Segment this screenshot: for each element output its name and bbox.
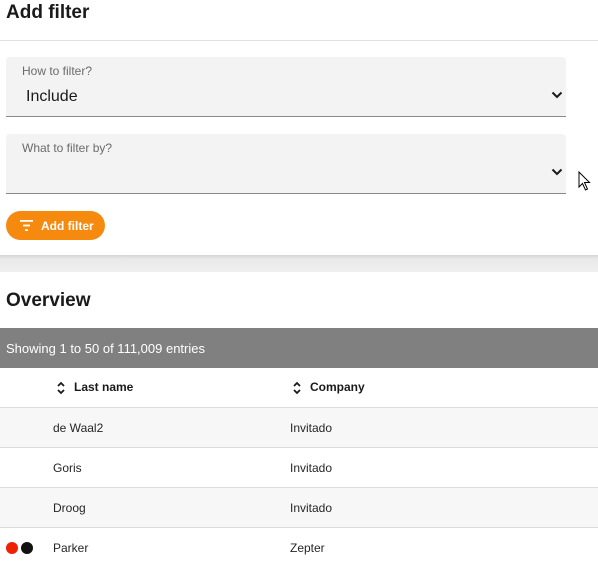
table-row[interactable]: Goris Invitado	[0, 448, 598, 488]
sort-icon[interactable]	[293, 381, 301, 395]
cell-company: Invitado	[290, 501, 333, 515]
sort-icon[interactable]	[57, 381, 65, 395]
how-to-filter-select[interactable]: How to filter? Include	[6, 57, 566, 117]
add-filter-button-label: Add filter	[41, 219, 94, 233]
mouse-cursor-icon	[578, 171, 591, 191]
cell-company: Invitado	[290, 461, 333, 475]
section-separator	[0, 255, 598, 272]
add-filter-button[interactable]: Add filter	[6, 211, 105, 240]
table-row[interactable]: Droog Invitado	[0, 488, 598, 528]
overview-title: Overview	[6, 290, 91, 311]
cell-last-name: Droog	[53, 501, 86, 515]
entries-count-text: Showing 1 to 50 of 111,009 entries	[6, 341, 205, 356]
status-dot-black	[21, 542, 33, 554]
cell-last-name: de Waal2	[53, 421, 104, 435]
chevron-down-icon[interactable]	[551, 168, 563, 176]
cell-last-name: Parker	[53, 541, 89, 555]
table-header-row: Last name Company	[0, 368, 598, 408]
table-row[interactable]: de Waal2 Invitado	[0, 408, 598, 448]
what-to-filter-by-label: What to filter by?	[22, 141, 113, 155]
column-header-last-name[interactable]: Last name	[74, 380, 133, 394]
divider	[0, 40, 598, 41]
how-to-filter-label: How to filter?	[22, 64, 93, 78]
cell-company: Invitado	[290, 421, 333, 435]
add-filter-title: Add filter	[6, 2, 90, 23]
status-dot-red	[6, 542, 18, 554]
table-row[interactable]: Parker Zepter	[0, 528, 598, 562]
cell-company: Zepter	[290, 541, 325, 555]
how-to-filter-value: Include	[26, 88, 78, 105]
column-header-company[interactable]: Company	[310, 380, 365, 394]
chevron-down-icon[interactable]	[551, 91, 563, 99]
filter-icon	[20, 220, 33, 231]
what-to-filter-by-select[interactable]: What to filter by?	[6, 134, 566, 194]
cell-last-name: Goris	[53, 461, 82, 475]
entries-info-bar: Showing 1 to 50 of 111,009 entries	[0, 328, 598, 368]
